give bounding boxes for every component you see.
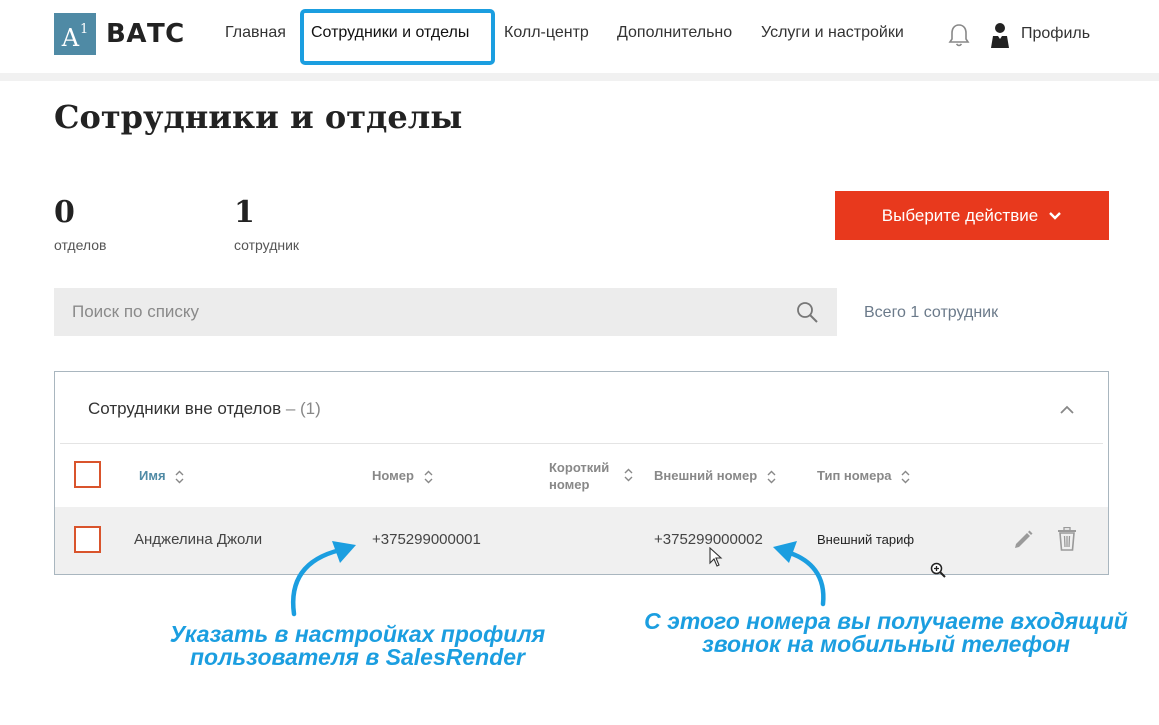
employee-external-number: +375299000002 xyxy=(654,531,763,548)
departments-label: отделов xyxy=(54,237,107,253)
page-title: Сотрудники и отделы xyxy=(54,98,463,136)
table-header-divider xyxy=(60,443,1103,444)
sort-icon xyxy=(767,470,776,484)
annotation-right: С этого номера вы получаете входящий зво… xyxy=(620,610,1152,656)
trash-icon[interactable] xyxy=(1057,527,1077,551)
header-divider xyxy=(0,73,1159,81)
column-header-number-label: Номер xyxy=(372,468,414,483)
departments-count: 0 xyxy=(54,195,75,230)
choose-action-label: Выберите действие xyxy=(881,205,1039,225)
column-header-external-number[interactable]: Внешний номер xyxy=(654,468,776,484)
search-input[interactable] xyxy=(54,288,794,336)
annotation-left: Указать в настройках профиля пользовател… xyxy=(140,623,575,669)
sort-icon xyxy=(901,470,910,484)
employees-label: сотрудник xyxy=(234,237,300,253)
chevron-up-icon[interactable] xyxy=(1058,402,1076,416)
nav-home[interactable]: Главная xyxy=(225,24,286,42)
annotation-right-line2: звонок на мобильный телефон xyxy=(701,631,1071,657)
column-header-short-number[interactable]: Короткий номер xyxy=(549,459,609,493)
select-all-checkbox[interactable] xyxy=(74,461,101,488)
nav-highlight-frame xyxy=(300,9,495,65)
sort-icon xyxy=(175,470,184,484)
user-icon[interactable] xyxy=(989,22,1011,48)
employee-number-type: Внешний тариф xyxy=(817,532,915,547)
column-header-number[interactable]: Номер xyxy=(372,468,433,484)
bell-icon[interactable] xyxy=(947,22,971,48)
mouse-cursor-icon xyxy=(709,547,723,567)
choose-action-button[interactable]: Выберите действие xyxy=(835,191,1109,240)
chevron-down-icon xyxy=(1049,211,1062,220)
pencil-icon[interactable] xyxy=(1012,529,1034,551)
logo-mark: A xyxy=(61,24,80,52)
logo-sup: 1 xyxy=(80,22,89,37)
employee-number: +375299000001 xyxy=(372,531,481,548)
sort-icon[interactable] xyxy=(624,468,633,482)
annotation-left-line2: пользователя в SalesRender xyxy=(189,644,526,670)
total-employees-text: Всего 1 сотрудник xyxy=(864,304,999,321)
column-header-external-label: Внешний номер xyxy=(654,468,758,483)
group-count: – (1) xyxy=(285,399,321,418)
nav-additional[interactable]: Дополнительно xyxy=(617,24,732,42)
column-header-name-label: Имя xyxy=(139,468,166,483)
profile-link[interactable]: Профиль xyxy=(1021,25,1090,43)
group-title-text: Сотрудники вне отделов xyxy=(88,399,282,418)
sort-icon xyxy=(424,470,433,484)
column-header-name[interactable]: Имя xyxy=(139,468,184,484)
logo[interactable]: A1 xyxy=(54,13,96,55)
column-header-short-line1: Короткий xyxy=(549,460,610,475)
search-icon[interactable] xyxy=(795,300,819,324)
top-navbar: A1 ВАТС Главная Сотрудники и отделы Колл… xyxy=(0,0,1159,73)
logo-text: ВАТС xyxy=(106,19,185,49)
annotation-left-line1: Указать в настройках профиля xyxy=(169,621,546,647)
search-field xyxy=(54,288,837,336)
group-title: Сотрудники вне отделов – (1) xyxy=(88,399,321,419)
zoom-in-icon xyxy=(930,562,946,578)
column-header-type-label: Тип номера xyxy=(817,468,892,483)
column-header-short-line2: номер xyxy=(549,477,590,492)
row-checkbox[interactable] xyxy=(74,526,101,553)
employees-count: 1 xyxy=(234,195,255,230)
employee-name[interactable]: Анджелина Джоли xyxy=(134,531,262,548)
column-header-number-type[interactable]: Тип номера xyxy=(817,468,910,484)
nav-call-center[interactable]: Колл-центр xyxy=(504,24,589,42)
nav-services-settings[interactable]: Услуги и настройки xyxy=(761,24,904,42)
annotation-right-line1: С этого номера вы получаете входящий xyxy=(644,608,1128,634)
